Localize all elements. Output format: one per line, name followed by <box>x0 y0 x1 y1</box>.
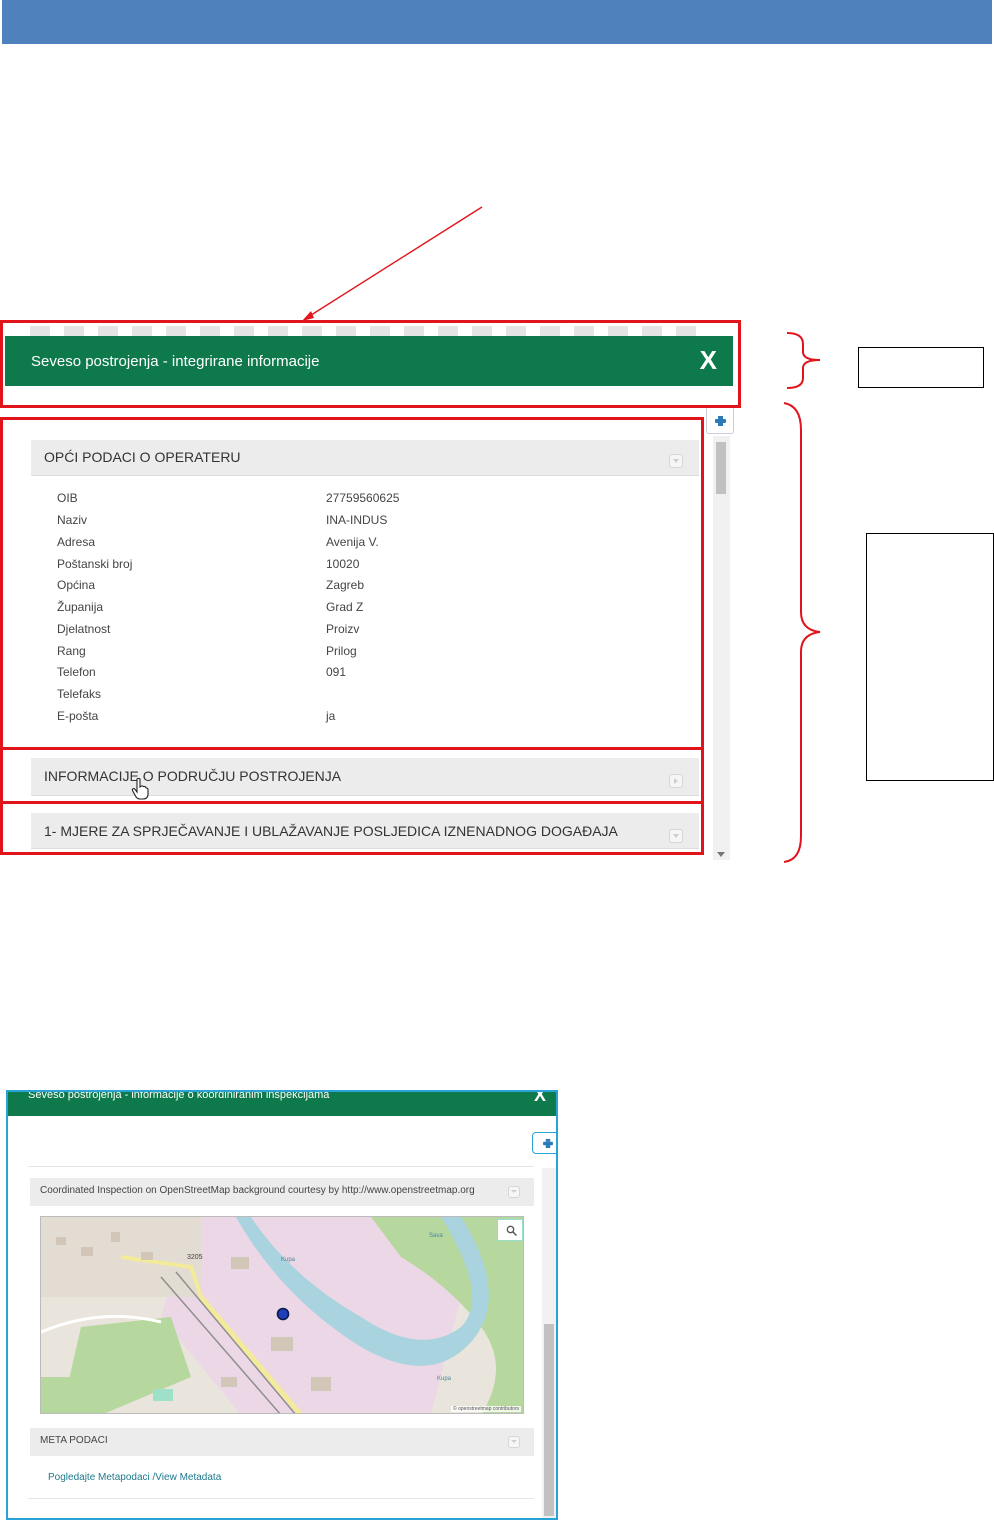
printer-icon <box>543 1139 553 1148</box>
map-tiles: 3205 Kupa Kupa Sava <box>41 1217 523 1413</box>
annotation-note-box-large <box>866 533 994 781</box>
dialog2-window: Seveso postrojenja - informacije o koord… <box>6 1090 558 1520</box>
dialog2-scroll-thumb[interactable] <box>544 1324 554 1516</box>
dialog2-scrollbar[interactable] <box>542 1168 556 1518</box>
dialog1-scrollbar[interactable] <box>713 436 730 860</box>
annotation-box-measures <box>0 801 704 855</box>
annotation-brace-small <box>786 332 821 389</box>
map-river-label: Sava <box>429 1233 443 1239</box>
map-river-label: Kupa <box>437 1376 452 1382</box>
scroll-down-arrow-icon[interactable] <box>717 852 725 857</box>
annotation-brace-large <box>783 402 821 863</box>
dialog1-scroll-thumb[interactable] <box>716 442 726 494</box>
collapse-toggle-icon[interactable] <box>508 1186 520 1198</box>
map-location-marker[interactable] <box>276 1307 290 1321</box>
annotation-arrow <box>307 206 483 318</box>
annotation-box-area <box>0 747 704 804</box>
dialog2-print-button[interactable] <box>532 1132 556 1154</box>
section-meta-header[interactable]: META PODACI <box>30 1428 534 1456</box>
magnifier-icon <box>506 1225 517 1236</box>
dialog2-header: Seveso postrojenja - informacije o koord… <box>8 1092 556 1116</box>
annotation-box-header <box>0 320 741 408</box>
map-attribution[interactable]: © openstreetmap contributors <box>451 1406 521 1412</box>
section-map-label: Coordinated Inspection on OpenStreetMap … <box>40 1185 475 1196</box>
dialog2-title: Seveso postrojenja - informacije o koord… <box>28 1090 330 1101</box>
divider <box>28 1166 534 1167</box>
dialog1-print-button[interactable] <box>706 408 734 434</box>
section-map-header[interactable]: Coordinated Inspection on OpenStreetMap … <box>30 1178 534 1206</box>
map-road-label: 3205 <box>187 1254 203 1261</box>
dialog2-close-button[interactable]: X <box>534 1092 546 1106</box>
view-metadata-link[interactable]: Pogledajte Metapodaci /View Metadata <box>48 1472 221 1483</box>
top-banner <box>2 0 992 44</box>
map-zoom-button[interactable] <box>497 1219 523 1241</box>
osm-map[interactable]: 3205 Kupa Kupa Sava © openstreetmap cont… <box>40 1216 524 1414</box>
annotation-box-operator <box>0 417 704 750</box>
divider <box>28 1498 534 1499</box>
section-meta-label: META PODACI <box>40 1435 108 1446</box>
map-river-label: Kupa <box>281 1257 296 1263</box>
printer-icon <box>715 416 726 426</box>
annotation-note-box-small <box>858 347 984 388</box>
collapse-toggle-icon[interactable] <box>508 1436 520 1448</box>
